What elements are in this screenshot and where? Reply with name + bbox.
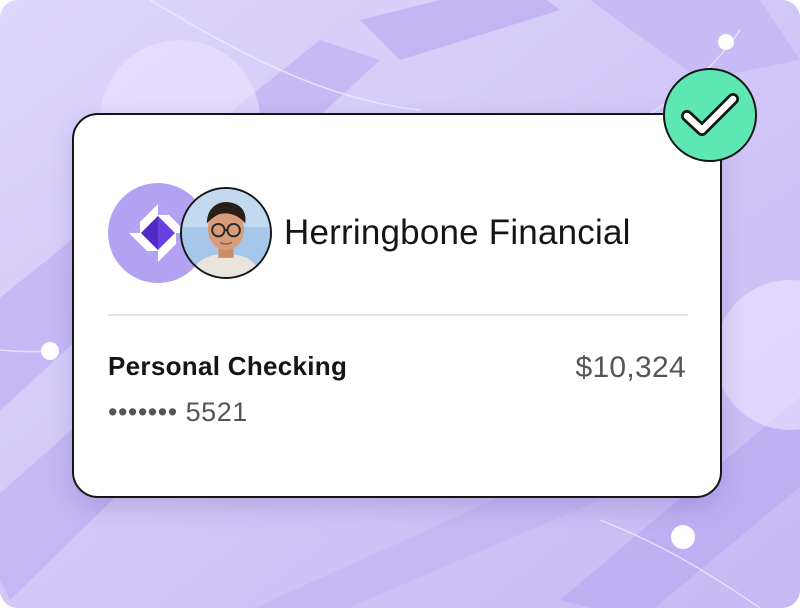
verified-badge	[663, 68, 757, 162]
account-card[interactable]: Herringbone Financial Personal Checking …	[72, 113, 722, 498]
check-icon	[681, 93, 739, 136]
account-number-mask: ••••••• 5521	[108, 397, 248, 427]
account-name: Personal Checking	[108, 351, 348, 381]
illustration-stage: Herringbone Financial Personal Checking …	[0, 0, 800, 608]
user-avatar	[180, 187, 272, 279]
avatar-icon	[182, 189, 270, 277]
card-divider	[108, 314, 688, 316]
account-balance: $10,324	[575, 351, 686, 384]
institution-name: Herringbone Financial	[284, 213, 631, 252]
